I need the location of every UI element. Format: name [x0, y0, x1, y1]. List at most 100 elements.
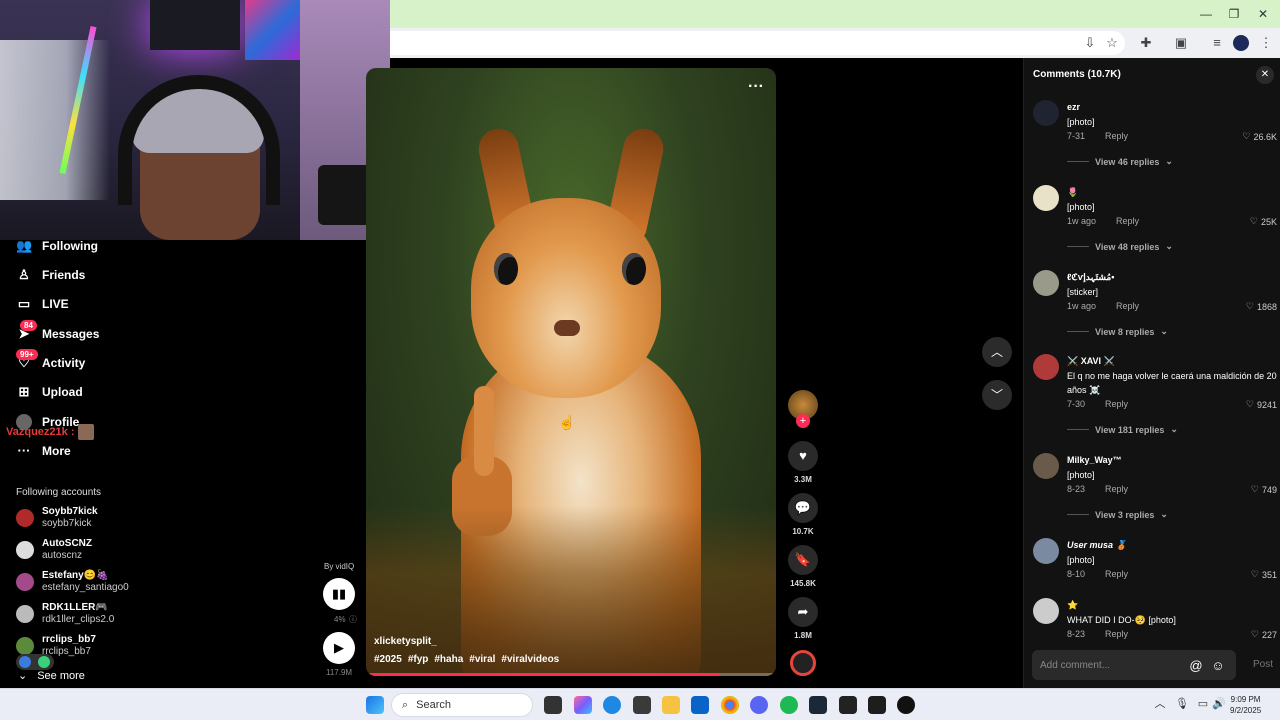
next-video-button[interactable]: ﹀	[982, 380, 1012, 410]
video-more-button[interactable]: ···	[748, 78, 764, 96]
comment-like-button[interactable]: ♡ 749	[1251, 484, 1277, 495]
star-icon[interactable]: ☆	[1104, 35, 1120, 51]
reply-button[interactable]: Reply	[1105, 629, 1128, 639]
network-icon[interactable]: ▭	[1196, 697, 1210, 711]
taskbar-search[interactable]: ⌕ Search	[391, 693, 533, 717]
edge-icon[interactable]	[603, 696, 621, 714]
hashtag[interactable]: #haha	[434, 654, 463, 665]
comment-like-button[interactable]: ♡ 9241	[1246, 399, 1277, 410]
comment-avatar[interactable]	[1033, 270, 1059, 296]
hashtag[interactable]: #viralvideos	[501, 654, 559, 665]
media-control-icon[interactable]: ≡	[1209, 35, 1225, 51]
comment-avatar[interactable]	[1033, 453, 1059, 479]
following-account[interactable]: Soybb7kick soybb7kick	[16, 504, 98, 532]
hashtag[interactable]: #viral	[469, 654, 495, 665]
comment-avatar[interactable]	[1033, 185, 1059, 211]
copilot-icon[interactable]	[574, 696, 592, 714]
like-action[interactable]: ♥ 3.3M	[788, 441, 818, 484]
save-action[interactable]: 🔖 145.8K	[788, 545, 818, 588]
view-replies-button[interactable]: View 48 replies ⌄	[1067, 241, 1173, 252]
info-icon[interactable]: ⓘ	[349, 614, 357, 625]
nav-upload[interactable]: ⊞ Upload	[16, 381, 83, 403]
restore-button[interactable]: ❐	[1224, 6, 1244, 22]
file-explorer-icon[interactable]	[662, 696, 680, 714]
music-disc-icon[interactable]	[790, 650, 816, 676]
comment-username[interactable]: ezr	[1067, 102, 1080, 112]
comment-like-button[interactable]: ♡ 26.6K	[1242, 131, 1277, 142]
floating-extension-buttons[interactable]	[16, 654, 54, 670]
close-comments-button[interactable]: ✕	[1256, 66, 1274, 84]
comment-action[interactable]: 💬 10.7K	[788, 493, 818, 536]
nav-following[interactable]: 👥 Following	[16, 235, 98, 257]
play-button[interactable]: ▶	[323, 632, 355, 664]
profile-avatar-icon[interactable]	[1233, 35, 1249, 51]
install-app-icon[interactable]: ⇩	[1082, 35, 1098, 51]
post-button[interactable]: Post	[1253, 659, 1273, 670]
nav-friends[interactable]: ♙ Friends	[16, 264, 85, 286]
follow-plus-button[interactable]: +	[796, 414, 810, 428]
previous-video-button[interactable]: ︿	[982, 337, 1012, 367]
reply-button[interactable]: Reply	[1116, 301, 1139, 311]
comment-icon[interactable]: 💬	[788, 493, 818, 523]
comment-username[interactable]: Milky_Way™	[1067, 455, 1122, 465]
comment-like-button[interactable]: ♡ 227	[1251, 629, 1277, 640]
outlook-icon[interactable]	[691, 696, 709, 714]
extension-green-icon[interactable]	[38, 656, 50, 668]
hashtag[interactable]: #fyp	[408, 654, 429, 665]
comment-username[interactable]: ⭐	[1067, 600, 1078, 611]
heart-icon[interactable]: ♥	[788, 441, 818, 471]
view-replies-button[interactable]: View 181 replies ⌄	[1067, 424, 1178, 435]
start-icon[interactable]	[366, 696, 384, 714]
microphone-icon[interactable]: 🎙	[1175, 697, 1189, 711]
reading-mode-icon[interactable]: ▣	[1173, 35, 1189, 51]
reply-button[interactable]: Reply	[1105, 131, 1128, 141]
tray-chevron-icon[interactable]: ︿	[1153, 697, 1167, 711]
comment-like-button[interactable]: ♡ 25K	[1250, 216, 1277, 227]
video-progress-bar[interactable]	[366, 673, 776, 676]
steam-icon[interactable]	[809, 696, 827, 714]
comment-username[interactable]: ⚔️ XAVI ⚔️	[1067, 356, 1115, 367]
hashtag[interactable]: #2025	[374, 654, 402, 665]
view-replies-button[interactable]: View 46 replies ⌄	[1067, 156, 1173, 167]
reply-button[interactable]: Reply	[1105, 569, 1128, 579]
view-replies-button[interactable]: View 3 replies ⌄	[1067, 509, 1168, 520]
store-icon[interactable]	[633, 696, 651, 714]
extensions-icon[interactable]: ✚	[1138, 35, 1154, 51]
nav-activity[interactable]: ♡ 99+ Activity	[16, 349, 85, 374]
comment-avatar[interactable]	[1033, 598, 1059, 624]
view-replies-button[interactable]: View 8 replies ⌄	[1067, 326, 1168, 337]
following-account[interactable]: AutoSCNZ autoscnz	[16, 536, 92, 564]
chrome-icon[interactable]	[721, 696, 739, 714]
nav-more[interactable]: ··· More	[16, 440, 71, 462]
share-icon[interactable]: ➦	[788, 597, 818, 627]
following-account[interactable]: Estefany😊🍇 estefany_santiago0	[16, 568, 129, 596]
minimize-button[interactable]: —	[1196, 6, 1216, 22]
extension-blue-icon[interactable]	[19, 656, 31, 668]
see-more-link[interactable]: ⌄ See more	[18, 669, 85, 683]
task-view-icon[interactable]	[544, 696, 562, 714]
spotify-icon[interactable]	[780, 696, 798, 714]
share-action[interactable]: ➦ 1.8M	[788, 597, 818, 640]
reply-button[interactable]: Reply	[1116, 216, 1139, 226]
comment-avatar[interactable]	[1033, 354, 1059, 380]
comment-username[interactable]: 🌷	[1067, 187, 1078, 198]
reply-button[interactable]: Reply	[1105, 484, 1128, 494]
video-player[interactable]: ··· xlicketysplit_ #2025 #fyp #haha #vir…	[366, 68, 776, 676]
video-author[interactable]: xlicketysplit_	[374, 636, 437, 647]
comment-avatar[interactable]	[1033, 538, 1059, 564]
nav-live[interactable]: ▭ LIVE	[16, 293, 69, 315]
following-account[interactable]: RDK1LLER🎮 rdk1ller_clips2.0	[16, 600, 114, 628]
comment-avatar[interactable]	[1033, 100, 1059, 126]
vidiq-stats-button[interactable]: ▮▮	[323, 578, 355, 610]
add-comment-input[interactable]	[1032, 650, 1236, 680]
volume-icon[interactable]: 🔊	[1212, 697, 1226, 711]
nav-messages[interactable]: ➤ 84 Messages	[16, 320, 99, 345]
comment-like-button[interactable]: ♡ 1868	[1246, 301, 1277, 312]
discord-icon[interactable]	[750, 696, 768, 714]
bookmark-icon[interactable]: 🔖	[788, 545, 818, 575]
close-window-button[interactable]: ✕	[1253, 6, 1273, 22]
menu-icon[interactable]: ⋮	[1258, 35, 1274, 51]
comment-like-button[interactable]: ♡ 351	[1251, 569, 1277, 580]
terminal-icon[interactable]	[868, 696, 886, 714]
comment-username[interactable]: User musa 🥉	[1067, 540, 1127, 551]
